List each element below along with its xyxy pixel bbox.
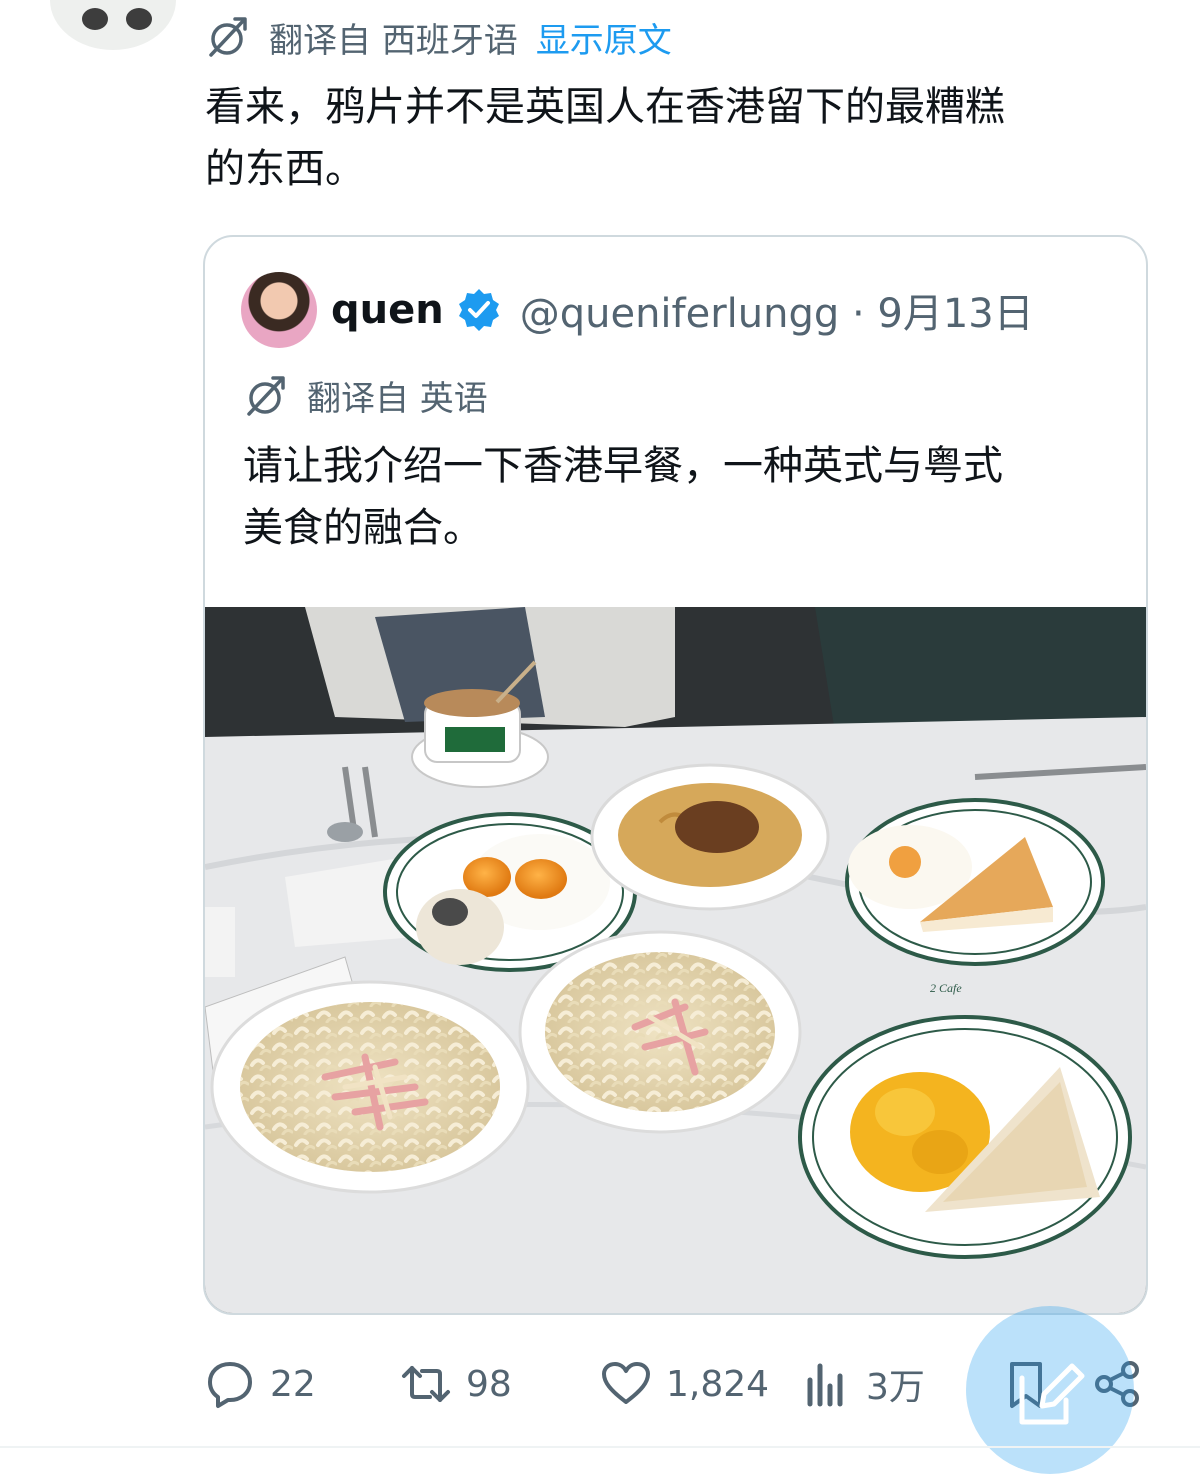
reply-text: 看来，鸦片并不是英国人在香港留下的最糟糕 的东西。 [205,76,1135,200]
translate-icon [209,17,247,57]
quoted-author-name[interactable]: quen [331,287,444,333]
compose-icon [1019,1363,1085,1425]
avatar-eye-left [82,8,108,30]
repost-icon [402,1366,450,1402]
like-icon [602,1362,650,1404]
translated-from-label: 翻译自 西班牙语 [269,20,518,61]
quoted-tweet-card[interactable]: quen @queniferlungg · 9月13日 翻译自 英语 请让我介绍… [203,235,1148,1315]
like-count: 1,824 [666,1363,770,1405]
view-count: 3万 [866,1367,925,1408]
reply-count: 22 [270,1363,316,1405]
like-button[interactable]: 1,824 [600,1358,769,1410]
compose-button[interactable] [966,1306,1134,1474]
reply-text-line: 看来，鸦片并不是英国人在香港留下的最糟糕 [205,84,1005,130]
quoted-tweet-header: quen @queniferlungg · 9月13日 [241,271,1034,349]
reply-text-line: 的东西。 [205,146,365,192]
quoted-text-line: 请让我介绍一下香港早餐，一种英式与粤式 [243,443,1003,489]
reply-author-avatar[interactable] [50,0,176,50]
breakfast-photo[interactable]: 2 Cafe [205,607,1146,1313]
translate-icon [247,375,285,416]
verified-badge-icon [458,289,499,331]
quoted-text-line: 美食的融合。 [243,505,483,551]
divider [0,1446,1200,1448]
views-button[interactable]: 3万 [800,1358,925,1410]
avatar-eye-right [126,8,152,30]
quoted-translation-row: 翻译自 英语 [243,371,488,420]
photo-cafe-mark: 2 Cafe [930,981,962,995]
show-original-link[interactable]: 显示原文 [536,13,672,62]
views-icon [807,1363,843,1407]
reply-icon [208,1362,252,1408]
repost-count: 98 [466,1363,512,1405]
repost-button[interactable]: 98 [400,1358,512,1410]
quoted-author-avatar[interactable] [241,272,317,348]
quoted-translated-from-label: 翻译自 英语 [307,379,488,419]
quoted-handle-date: @queniferlungg · 9月13日 [519,291,1034,337]
reply-translation-row: 翻译自 西班牙语 显示原文 [205,12,672,62]
reply-button[interactable]: 22 [204,1358,316,1410]
quoted-tweet-text: 请让我介绍一下香港早餐，一种英式与粤式 美食的融合。 [243,435,1123,559]
